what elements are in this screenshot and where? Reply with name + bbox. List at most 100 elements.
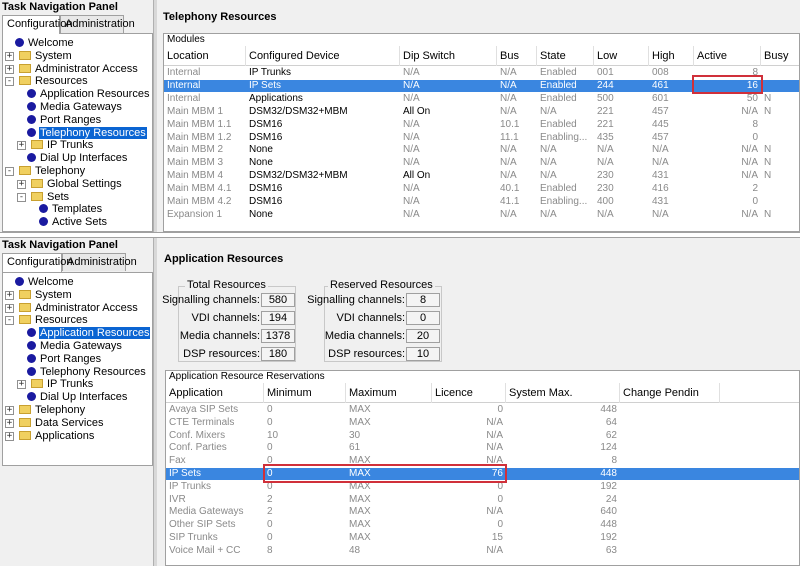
tree-item-sets[interactable]: Sets <box>31 191 70 204</box>
tree-item-telephony[interactable]: Telephony <box>19 404 86 417</box>
expander-resources[interactable]: - <box>5 77 14 87</box>
table-cell: 0 <box>497 480 503 492</box>
tree-item-dial-up-interfaces[interactable]: Dial Up Interfaces <box>27 152 128 165</box>
expander-applications[interactable]: + <box>5 431 14 441</box>
table-cell: N/A <box>500 79 517 91</box>
tree-item-port-ranges[interactable]: Port Ranges <box>27 353 102 366</box>
table-row[interactable]: Conf. Mixers 10 30 N/A 62 <box>166 429 799 442</box>
table-row[interactable]: Main MBM 4.1 DSM16 N/A 40.1 Enabled 230 416 2 <box>164 183 799 195</box>
table-cell: 0 <box>267 480 273 492</box>
table-cell: 10 <box>267 429 279 441</box>
table-row[interactable]: CTE Terminals 0 MAX N/A 64 <box>166 417 799 429</box>
tree-item-media-gateways[interactable]: Media Gateways <box>27 101 123 114</box>
table-row[interactable]: IP Trunks 0 MAX 0 192 <box>166 480 799 493</box>
table-cell: All On <box>403 105 431 117</box>
tree-item-global-settings[interactable]: Global Settings <box>31 178 123 191</box>
table-row[interactable]: Fax 0 MAX N/A 8 <box>166 455 799 467</box>
tree-item-telephony[interactable]: Telephony <box>19 165 86 178</box>
tree-item-administrator-access[interactable]: Administrator Access <box>19 63 139 76</box>
table-row[interactable]: Avaya SIP Sets 0 MAX 0 448 <box>166 404 799 416</box>
tree-item-welcome[interactable]: Welcome <box>15 37 75 50</box>
tree-item-ip-trunks[interactable]: IP Trunks <box>31 139 94 152</box>
tree-item-administrator-access[interactable]: Administrator Access <box>19 302 139 315</box>
table-row[interactable]: Main MBM 1.2 DSM16 N/A 11.1 Enabling... 435 45… <box>164 131 799 144</box>
column-header[interactable]: Minimum <box>264 383 346 403</box>
column-header[interactable]: Location <box>164 46 246 66</box>
expander-system[interactable]: + <box>5 290 14 300</box>
application-resources-window: Task Navigation Panel Configuration Admi… <box>0 238 800 566</box>
table-row[interactable]: SIP Trunks 0 MAX 15 192 <box>166 532 799 544</box>
tree-item-system[interactable]: System <box>19 289 73 302</box>
expander-ip-trunks[interactable]: + <box>17 380 26 390</box>
table-row[interactable]: Conf. Parties 0 61 N/A 124 <box>166 442 799 454</box>
table-cell: N/A <box>403 131 420 143</box>
expander-telephony[interactable]: + <box>5 406 14 415</box>
table-row[interactable]: Other SIP Sets 0 MAX 0 448 <box>166 519 799 531</box>
expander-global-settings[interactable]: + <box>17 179 26 189</box>
tree-item-resources[interactable]: Resources <box>19 314 89 327</box>
column-header[interactable]: High <box>649 46 694 66</box>
table-row[interactable]: IP Sets 0 MAX 76 448 <box>166 468 799 480</box>
table-row[interactable]: Main MBM 4 DSM32/DSM32+MBM All On N/A N/A 230… <box>164 170 799 182</box>
table-row[interactable]: Main MBM 4.2 DSM16 N/A 41.1 Enabling... 400 43… <box>164 196 799 208</box>
table-row[interactable]: Voice Mail + CC 8 48 N/A 63 <box>166 545 799 557</box>
tree-item-system[interactable]: System <box>19 50 73 63</box>
tree-item-media-gateways[interactable]: Media Gateways <box>27 340 123 353</box>
table-row[interactable]: Expansion 1 None N/A N/A N/A N/A N/A N/A N <box>164 209 799 221</box>
column-header[interactable]: Dip Switch <box>400 46 497 66</box>
column-header[interactable]: Active <box>694 46 761 66</box>
column-header[interactable]: Change Pendin <box>620 383 720 403</box>
tree-item-active-sets[interactable]: Active Sets <box>39 216 108 229</box>
expander-resources[interactable]: - <box>5 316 14 326</box>
column-header[interactable]: Application <box>166 383 264 403</box>
expander-ip-trunks[interactable]: + <box>17 141 26 151</box>
tree-item-templates[interactable]: Templates <box>39 203 103 216</box>
folder-icon <box>31 191 43 201</box>
table-row[interactable]: Main MBM 3 None N/A N/A N/A N/A N/A N/A N <box>164 157 799 169</box>
tree-item-application-resources[interactable]: Application Resources <box>27 88 150 101</box>
expander-administrator-access[interactable]: + <box>5 303 14 313</box>
column-header[interactable]: Configured Device <box>246 46 400 66</box>
table-cell: IP Sets <box>249 79 282 91</box>
page-title: Application Resources <box>164 253 284 265</box>
tree-item-label: Media Gateways <box>40 101 122 113</box>
column-header[interactable]: Busy <box>761 46 799 66</box>
table-row[interactable]: Main MBM 1.1 DSM16 N/A 10.1 Enabled 221 445 8 <box>164 119 799 131</box>
tree-item-data-services[interactable]: Data Services <box>19 417 104 430</box>
panel-splitter[interactable] <box>153 238 157 566</box>
column-header[interactable]: State <box>537 46 594 66</box>
table-row[interactable]: IVR 2 MAX 0 24 <box>166 494 799 506</box>
table-cell: 0 <box>752 196 758 207</box>
table-row[interactable]: Internal IP Trunks N/A N/A Enabled 001 008 8 <box>164 67 799 79</box>
tree-item-dial-up-interfaces[interactable]: Dial Up Interfaces <box>27 391 128 404</box>
tree-item-telephony-resources[interactable]: Telephony Resources <box>27 126 147 140</box>
column-header[interactable]: Low <box>594 46 649 66</box>
expander-administrator-access[interactable]: + <box>5 64 14 74</box>
tab-configuration[interactable]: Configuration <box>2 253 72 272</box>
table-row[interactable]: Internal IP Sets N/A N/A Enabled 244 461 16 <box>164 79 799 92</box>
tree-item-ip-trunks[interactable]: IP Trunks <box>31 378 94 391</box>
tree-item-application-resources[interactable]: Application Resources <box>27 327 151 340</box>
table-cell: DSM32/DSM32+MBM <box>249 105 348 117</box>
expander-data-services[interactable]: + <box>5 418 14 428</box>
column-header[interactable]: System Max. <box>506 383 620 403</box>
table-row[interactable]: Media Gateways 2 MAX N/A 640 <box>166 506 799 518</box>
column-header[interactable]: Maximum <box>346 383 432 403</box>
table-cell: Internal <box>167 67 201 78</box>
table-row[interactable]: Main MBM 1 DSM32/DSM32+MBM All On N/A N/A 221… <box>164 105 799 118</box>
column-header[interactable]: Bus <box>497 46 537 66</box>
expander-system[interactable]: + <box>5 51 14 61</box>
expander-telephony[interactable]: - <box>5 167 14 176</box>
tree-item-resources[interactable]: Resources <box>19 75 89 88</box>
expander-sets[interactable]: - <box>17 192 26 202</box>
tree-item-port-ranges[interactable]: Port Ranges <box>27 114 102 127</box>
table-row[interactable]: Internal Applications N/A N/A Enabled 500 601 5… <box>164 93 799 105</box>
tab-configuration[interactable]: Configuration <box>2 15 72 34</box>
table-row[interactable]: Main MBM 2 None N/A N/A N/A N/A N/A N/A N <box>164 144 799 156</box>
panel-splitter[interactable] <box>153 0 157 232</box>
table-cell <box>761 119 799 131</box>
tree-item-welcome[interactable]: Welcome <box>15 276 75 289</box>
tree-item-telephony-resources[interactable]: Telephony Resources <box>27 366 147 379</box>
tree-item-applications[interactable]: Applications <box>19 430 95 443</box>
column-header[interactable]: Licence <box>432 383 506 403</box>
